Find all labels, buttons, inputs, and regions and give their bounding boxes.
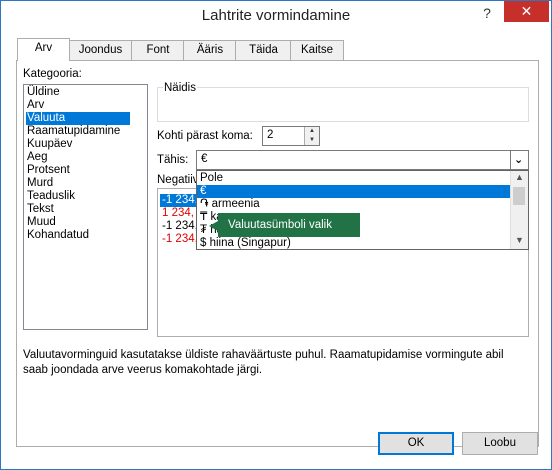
category-list[interactable]: Üldine Arv Valuuta Raamatupidamine Kuupä…	[23, 84, 148, 330]
tab-number[interactable]: Arv	[17, 38, 70, 61]
list-item[interactable]: Raamatupidamine	[26, 125, 130, 138]
category-description: Valuutavorminguid kasutatakse üldiste ra…	[23, 349, 504, 376]
list-item[interactable]: $ hiina (Singapur)	[197, 237, 511, 250]
cancel-button[interactable]: Loobu	[462, 432, 538, 455]
tab-fill[interactable]: Täida	[235, 40, 292, 60]
list-item[interactable]: Protsent	[26, 164, 130, 177]
list-item[interactable]: -1 234,	[160, 220, 198, 233]
sample-label: Näidis	[163, 82, 197, 94]
tooltip: Valuutasümboli valik	[218, 213, 360, 237]
help-button[interactable]: ?	[477, 3, 497, 23]
decimal-places-stepper[interactable]: 2 ▲ ▼	[262, 126, 320, 146]
tab-border[interactable]: Ääris	[183, 40, 237, 60]
dialog-title: Lahtrite vormindamine	[201, 7, 351, 24]
list-item[interactable]: Tekst	[26, 203, 130, 216]
list-item[interactable]: Kuupäev	[26, 138, 130, 151]
combo-arrow-button[interactable]: ⌄	[510, 151, 528, 169]
sample-box	[157, 87, 529, 122]
ok-button[interactable]: OK	[378, 432, 454, 455]
tab-alignment[interactable]: Joondus	[68, 40, 133, 60]
title-bar: Lahtrite vormindamine ? ✕	[1, 1, 551, 29]
scroll-down-icon[interactable]: ▼	[515, 235, 524, 245]
list-item[interactable]: Üldine	[26, 86, 130, 99]
list-item[interactable]: -1 234,	[160, 233, 198, 246]
decimal-places-value[interactable]: 2	[267, 129, 273, 141]
list-item[interactable]: Arv	[26, 99, 130, 112]
symbol-combobox[interactable]: € ⌄	[196, 150, 529, 170]
list-item-selected[interactable]: Valuuta	[26, 112, 130, 125]
category-label: Kategooria:	[23, 68, 82, 80]
list-item[interactable]: Kohandatud	[26, 229, 130, 242]
dropdown-scrollbar[interactable]: ▲ ▼	[510, 171, 528, 249]
list-item[interactable]: Aeg	[26, 151, 130, 164]
negative-numbers-label: Negatiiv	[157, 174, 199, 186]
tab-font[interactable]: Font	[131, 40, 185, 60]
symbol-label: Tähis:	[157, 154, 189, 166]
list-item[interactable]: Muud	[26, 216, 130, 229]
symbol-dropdown-list[interactable]: Pole € ֏ armeenia ₸ ka ₮ ha $ hiina (Sin…	[196, 170, 529, 250]
scroll-thumb[interactable]	[513, 187, 525, 205]
spin-down-icon[interactable]: ▼	[304, 136, 319, 145]
list-item[interactable]: 1 234,	[160, 207, 194, 220]
chevron-down-icon: ⌄	[514, 154, 524, 166]
decimal-places-label: Kohti pärast koma:	[157, 130, 253, 142]
tab-protection[interactable]: Kaitse	[290, 40, 344, 60]
list-item[interactable]: Teaduslik	[26, 190, 130, 203]
list-item-selected[interactable]: €	[197, 185, 511, 198]
symbol-value: €	[201, 153, 208, 165]
scroll-up-icon[interactable]: ▲	[515, 172, 524, 182]
list-item[interactable]: Pole	[197, 172, 511, 185]
close-button[interactable]: ✕	[504, 1, 549, 22]
list-item[interactable]: Murd	[26, 177, 130, 190]
list-item[interactable]: ֏ armeenia	[197, 198, 511, 211]
tooltip-pointer	[209, 221, 218, 231]
